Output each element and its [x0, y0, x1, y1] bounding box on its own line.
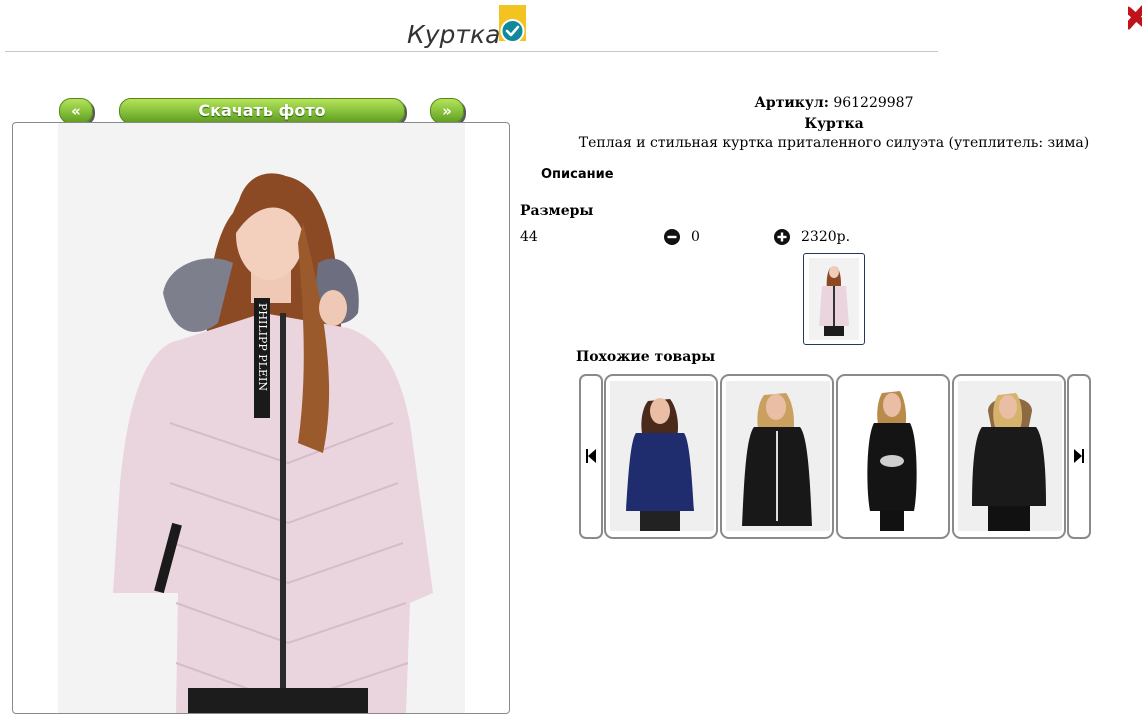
download-photo-button[interactable]: Скачать фото	[119, 98, 405, 124]
similar-item-4[interactable]	[952, 374, 1066, 539]
plus-icon[interactable]	[774, 229, 790, 245]
sku-value: 961229987	[833, 95, 914, 111]
similar-item-2[interactable]	[720, 374, 834, 539]
similar-heading: Похожие товары	[576, 349, 716, 365]
verified-check-icon	[499, 5, 526, 43]
quantity-value: 0	[691, 229, 700, 245]
similar-item-3[interactable]	[836, 374, 950, 539]
size-value: 44	[520, 229, 538, 245]
previous-photo-button[interactable]: «	[59, 98, 93, 124]
product-photo[interactable]: PHILIPP PLEIN	[58, 123, 465, 713]
page-title: Куртка	[407, 20, 501, 49]
thumbnail-image	[809, 258, 859, 340]
sku-line: Артикул: 961229987	[520, 95, 1142, 111]
sku-label: Артикул:	[754, 95, 829, 111]
jacket-shape	[626, 433, 694, 511]
product-description: Теплая и стильная куртка приталенного си…	[578, 135, 1090, 151]
similar-item-image	[610, 381, 714, 531]
similar-item-1[interactable]	[604, 374, 718, 539]
brand-strip-label: PHILIPP PLEIN	[256, 303, 269, 391]
next-photo-button[interactable]: »	[430, 98, 464, 124]
similar-item-image	[958, 381, 1062, 531]
product-name: Куртка	[804, 116, 864, 132]
description-heading[interactable]: Описание	[541, 167, 614, 182]
jacket-shape	[972, 427, 1046, 506]
header-divider	[5, 51, 938, 52]
carousel-next-button[interactable]	[1067, 374, 1091, 539]
main-photo-frame: PHILIPP PLEIN	[12, 122, 510, 714]
minus-icon[interactable]	[664, 229, 680, 245]
price-value: 2320р.	[801, 229, 851, 245]
sizes-heading: Размеры	[520, 203, 594, 219]
skip-previous-icon	[586, 449, 596, 463]
close-x-icon[interactable]	[1128, 4, 1142, 34]
photo-thumbnail[interactable]	[803, 253, 865, 345]
similar-item-image	[842, 381, 946, 531]
skip-next-icon	[1074, 449, 1084, 463]
similar-item-image	[726, 381, 830, 531]
carousel-prev-button[interactable]	[579, 374, 603, 539]
